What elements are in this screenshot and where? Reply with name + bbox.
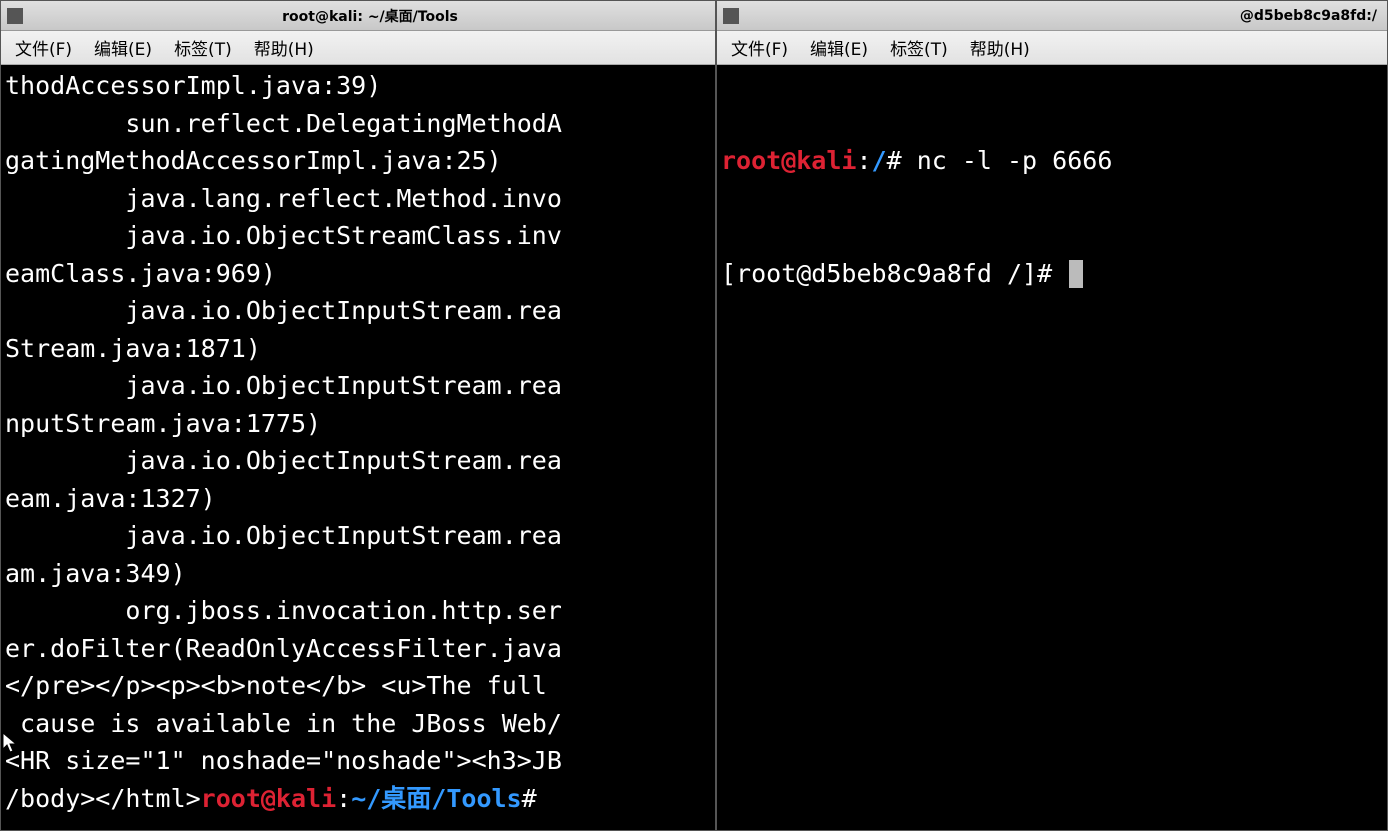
- terminal-line: java.lang.reflect.Method.invo: [5, 180, 711, 218]
- terminal-window-right: @d5beb8c9a8fd:/ 文件(F) 编辑(E) 标签(T) 帮助(H) …: [716, 0, 1388, 831]
- shell-prompt: [root@d5beb8c9a8fd /]#: [721, 259, 1067, 288]
- menu-tabs[interactable]: 标签(T): [890, 35, 948, 60]
- terminal-line: nputStream.java:1775): [5, 405, 711, 443]
- terminal-line: gatingMethodAccessorImpl.java:25): [5, 142, 711, 180]
- terminal-line: am.java:349): [5, 555, 711, 593]
- window-title-left: root@kali: ~/桌面/Tools: [31, 6, 709, 26]
- titlebar-right[interactable]: @d5beb8c9a8fd:/: [717, 1, 1387, 31]
- menubar-right: 文件(F) 编辑(E) 标签(T) 帮助(H): [717, 31, 1387, 65]
- menu-help[interactable]: 帮助(H): [254, 35, 314, 60]
- terminal-output-right[interactable]: root@kali:/# nc -l -p 6666 [root@d5beb8c…: [717, 65, 1387, 830]
- terminal-line: java.io.ObjectInputStream.rea: [5, 442, 711, 480]
- terminal-prompt-line: /body></html>root@kali:~/桌面/Tools#: [5, 780, 711, 818]
- prompt-sep: :: [856, 146, 871, 175]
- titlebar-left[interactable]: root@kali: ~/桌面/Tools: [1, 1, 715, 31]
- window-title-right: @d5beb8c9a8fd:/: [747, 8, 1381, 24]
- window-icon: [7, 8, 23, 24]
- menu-tabs[interactable]: 标签(T): [174, 35, 232, 60]
- menu-edit[interactable]: 编辑(E): [94, 35, 152, 60]
- window-icon: [723, 8, 739, 24]
- terminal-line: org.jboss.invocation.http.ser: [5, 592, 711, 630]
- terminal-line: </pre></p><p><b>note</b> <u>The full: [5, 667, 711, 705]
- terminal-line: sun.reflect.DelegatingMethodA: [5, 105, 711, 143]
- terminal-line: <HR size="1" noshade="noshade"><h3>JB: [5, 742, 711, 780]
- menu-help[interactable]: 帮助(H): [970, 35, 1030, 60]
- terminal-line: java.io.ObjectInputStream.rea: [5, 517, 711, 555]
- prompt-user: root@kali: [721, 146, 856, 175]
- terminal-line: [root@d5beb8c9a8fd /]#: [721, 255, 1383, 293]
- terminal-line: java.io.ObjectInputStream.rea: [5, 292, 711, 330]
- terminal-output-left[interactable]: thodAccessorImpl.java:39) sun.reflect.De…: [1, 65, 715, 830]
- terminal-line: eam.java:1327): [5, 480, 711, 518]
- terminal-line: java.io.ObjectStreamClass.inv: [5, 217, 711, 255]
- terminal-line: cause is available in the JBoss Web/: [5, 705, 711, 743]
- prompt-suffix: #: [887, 146, 917, 175]
- output-tail: /body></html>: [5, 784, 201, 813]
- prompt-suffix: #: [522, 784, 537, 813]
- terminal-line: er.doFilter(ReadOnlyAccessFilter.java: [5, 630, 711, 668]
- terminal-line: eamClass.java:969): [5, 255, 711, 293]
- command-text: nc -l -p 6666: [917, 146, 1113, 175]
- prompt-sep: :: [336, 784, 351, 813]
- menubar-left: 文件(F) 编辑(E) 标签(T) 帮助(H): [1, 31, 715, 65]
- menu-file[interactable]: 文件(F): [15, 35, 72, 60]
- prompt-path: /: [872, 146, 887, 175]
- desktop: root@kali: ~/桌面/Tools 文件(F) 编辑(E) 标签(T) …: [0, 0, 1388, 831]
- menu-edit[interactable]: 编辑(E): [810, 35, 868, 60]
- text-cursor: [1069, 260, 1083, 288]
- terminal-line: java.io.ObjectInputStream.rea: [5, 367, 711, 405]
- terminal-line: root@kali:/# nc -l -p 6666: [721, 142, 1383, 180]
- terminal-window-left: root@kali: ~/桌面/Tools 文件(F) 编辑(E) 标签(T) …: [0, 0, 716, 831]
- prompt-user: root@kali: [201, 784, 336, 813]
- terminal-line: thodAccessorImpl.java:39): [5, 67, 711, 105]
- prompt-path: ~/桌面/Tools: [351, 784, 521, 813]
- terminal-line: Stream.java:1871): [5, 330, 711, 368]
- menu-file[interactable]: 文件(F): [731, 35, 788, 60]
